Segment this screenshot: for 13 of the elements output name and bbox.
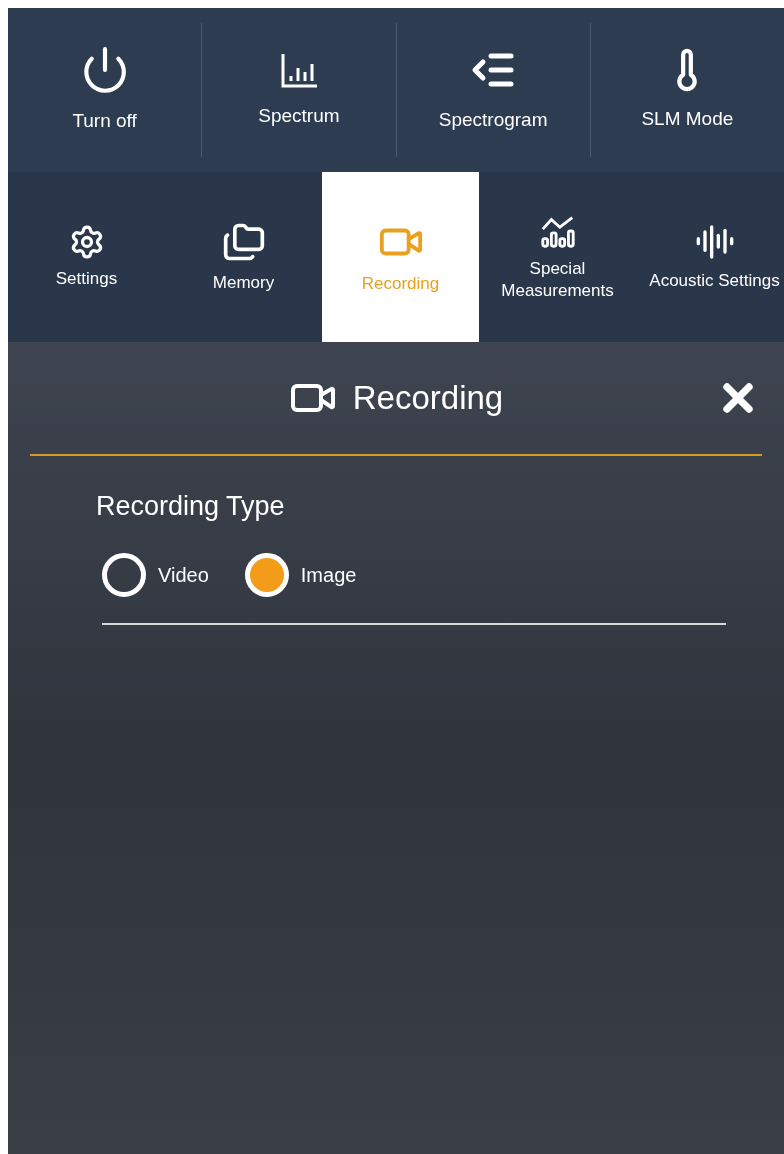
action-button[interactable]: SLM Mode [590, 46, 784, 134]
sound-wave-icon [694, 222, 735, 262]
tab[interactable]: Settings [8, 172, 165, 342]
panel-title: Recording [352, 378, 504, 419]
tab[interactable]: Special Measurements [479, 172, 636, 342]
action-button[interactable]: Turn off [8, 44, 202, 136]
action-button[interactable]: Spectrogram [396, 45, 590, 135]
radio-option[interactable]: Image [244, 552, 357, 597]
radio-option[interactable]: Video [102, 552, 209, 597]
action-button[interactable]: Spectrum [202, 49, 396, 131]
tab[interactable]: Memory [165, 172, 322, 342]
tab[interactable]: Acoustic Settings [636, 172, 784, 342]
section-heading: Recording Type [96, 490, 286, 523]
